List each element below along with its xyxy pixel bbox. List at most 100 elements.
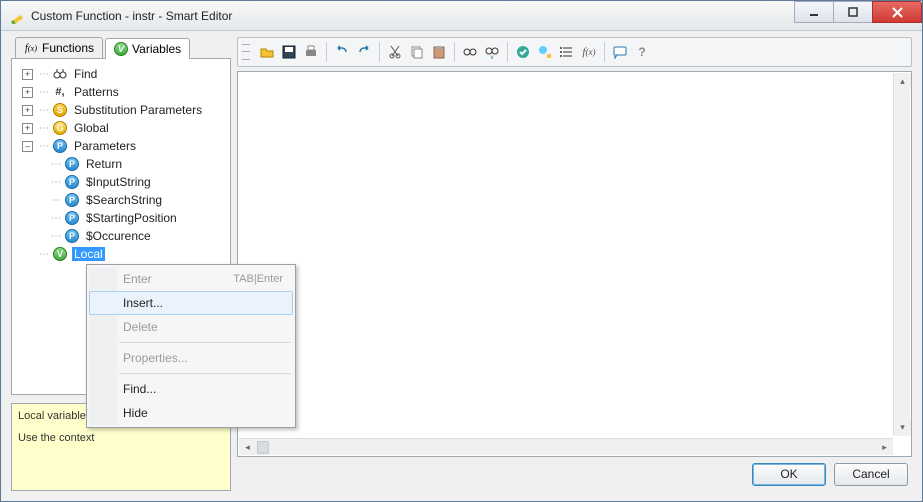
tree-node-inputstring[interactable]: ⋯ P $InputString: [34, 173, 226, 191]
tab-bar: f(x) Functions V Variables: [11, 37, 231, 58]
tab-functions-label: Functions: [42, 41, 94, 55]
expand-icon[interactable]: +: [22, 87, 33, 98]
print-icon[interactable]: [300, 41, 322, 63]
redo-icon[interactable]: [353, 41, 375, 63]
scroll-thumb[interactable]: [257, 441, 269, 454]
ctx-find[interactable]: Find...: [89, 377, 293, 401]
variables-tab-icon: V: [114, 42, 128, 56]
hash-icon: #,: [52, 84, 68, 100]
tree-label: Return: [84, 157, 124, 171]
tree-node-parameters[interactable]: – ⋯ P Parameters: [16, 137, 226, 155]
tree-label: Patterns: [72, 85, 121, 99]
param-icon: P: [52, 138, 68, 154]
comment-icon[interactable]: [609, 41, 631, 63]
ctx-label: Insert...: [123, 296, 163, 310]
ctx-properties: Properties...: [89, 346, 293, 370]
validate-icon[interactable]: [512, 41, 534, 63]
toolbar-grip[interactable]: [242, 41, 250, 63]
param-icon: P: [64, 228, 80, 244]
tree-node-occurence[interactable]: ⋯ P $Occurence: [34, 227, 226, 245]
editor-area[interactable]: ▴ ▾ ◂ ▸: [237, 71, 912, 457]
ok-button[interactable]: OK: [752, 463, 826, 486]
expand-icon[interactable]: +: [22, 123, 33, 134]
ctx-hide[interactable]: Hide: [89, 401, 293, 425]
tree-label: $StartingPosition: [84, 211, 179, 225]
tree-label: $Occurence: [84, 229, 153, 243]
open-icon[interactable]: [256, 41, 278, 63]
tree-node-return[interactable]: ⋯ P Return: [34, 155, 226, 173]
find-variable-icon[interactable]: v: [481, 41, 503, 63]
tree-node-find[interactable]: + ⋯ Find: [16, 65, 226, 83]
ctx-enter: Enter TAB|Enter: [89, 267, 293, 291]
find-icon[interactable]: [459, 41, 481, 63]
tree-node-searchstring[interactable]: ⋯ P $SearchString: [34, 191, 226, 209]
copy-icon[interactable]: [406, 41, 428, 63]
param-icon: P: [64, 174, 80, 190]
tree-node-local[interactable]: ⋯ V Local: [16, 245, 226, 263]
ctx-label: Find...: [123, 382, 156, 396]
tree-label: Substitution Parameters: [72, 103, 204, 117]
ctx-label: Delete: [123, 320, 158, 334]
ctx-separator: [119, 373, 291, 374]
right-panel: v f(x) ? ▴ ▾ ◂: [237, 37, 912, 491]
ctx-insert[interactable]: Insert...: [89, 291, 293, 315]
scroll-left-icon[interactable]: ◂: [239, 439, 256, 456]
ctx-label: Properties...: [123, 351, 188, 365]
list-icon[interactable]: [556, 41, 578, 63]
highlight-icon[interactable]: [534, 41, 556, 63]
tree-node-substitution[interactable]: + ⋯ S Substitution Parameters: [16, 101, 226, 119]
ctx-label: Hide: [123, 406, 148, 420]
cancel-button[interactable]: Cancel: [834, 463, 908, 486]
undo-icon[interactable]: [331, 41, 353, 63]
expand-icon[interactable]: +: [22, 69, 33, 80]
scroll-up-icon[interactable]: ▴: [894, 73, 911, 90]
tree-label: $SearchString: [84, 193, 164, 207]
dialog-buttons: OK Cancel: [237, 457, 912, 491]
close-button[interactable]: [872, 1, 922, 23]
svg-text:v: v: [491, 55, 494, 60]
app-icon: [9, 8, 25, 24]
cancel-label: Cancel: [852, 467, 889, 481]
horizontal-scrollbar[interactable]: ◂ ▸: [239, 438, 893, 455]
paste-icon[interactable]: [428, 41, 450, 63]
param-icon: P: [64, 210, 80, 226]
global-icon: G: [52, 120, 68, 136]
tree-node-global[interactable]: + ⋯ G Global: [16, 119, 226, 137]
toolbar: v f(x) ?: [237, 37, 912, 67]
tab-variables-label: Variables: [132, 42, 181, 56]
scroll-right-icon[interactable]: ▸: [876, 439, 893, 456]
help-line-2: Use the context: [18, 432, 224, 444]
tree-label: Find: [72, 67, 99, 81]
ok-label: OK: [780, 467, 797, 481]
title-bar: Custom Function - instr - Smart Editor: [1, 1, 922, 31]
local-icon: V: [52, 246, 68, 262]
tree-node-patterns[interactable]: + ⋯ #, Patterns: [16, 83, 226, 101]
scroll-down-icon[interactable]: ▾: [894, 419, 911, 436]
param-icon: P: [64, 192, 80, 208]
tree-label: Parameters: [72, 139, 138, 153]
maximize-button[interactable]: [833, 1, 873, 23]
tree-label: $InputString: [84, 175, 153, 189]
tab-variables[interactable]: V Variables: [105, 38, 190, 59]
expand-icon[interactable]: +: [22, 105, 33, 116]
help-icon[interactable]: ?: [631, 41, 653, 63]
ctx-delete: Delete: [89, 315, 293, 339]
fx-icon: f(x): [24, 41, 38, 55]
context-menu: Enter TAB|Enter Insert... Delete Propert…: [86, 264, 296, 428]
tree-node-startingposition[interactable]: ⋯ P $StartingPosition: [34, 209, 226, 227]
save-icon[interactable]: [278, 41, 300, 63]
window-frame: Custom Function - instr - Smart Editor f…: [0, 0, 923, 502]
cut-icon[interactable]: [384, 41, 406, 63]
ctx-shortcut: TAB|Enter: [233, 273, 283, 285]
tree-label: Global: [72, 121, 111, 135]
collapse-icon[interactable]: –: [22, 141, 33, 152]
binoculars-icon: [52, 66, 68, 82]
tab-functions[interactable]: f(x) Functions: [15, 37, 103, 58]
fx-icon[interactable]: f(x): [578, 41, 600, 63]
substitution-icon: S: [52, 102, 68, 118]
vertical-scrollbar[interactable]: ▴ ▾: [893, 73, 910, 436]
minimize-button[interactable]: [794, 1, 834, 23]
window-buttons: [795, 1, 922, 30]
param-icon: P: [64, 156, 80, 172]
ctx-label: Enter: [123, 272, 152, 286]
